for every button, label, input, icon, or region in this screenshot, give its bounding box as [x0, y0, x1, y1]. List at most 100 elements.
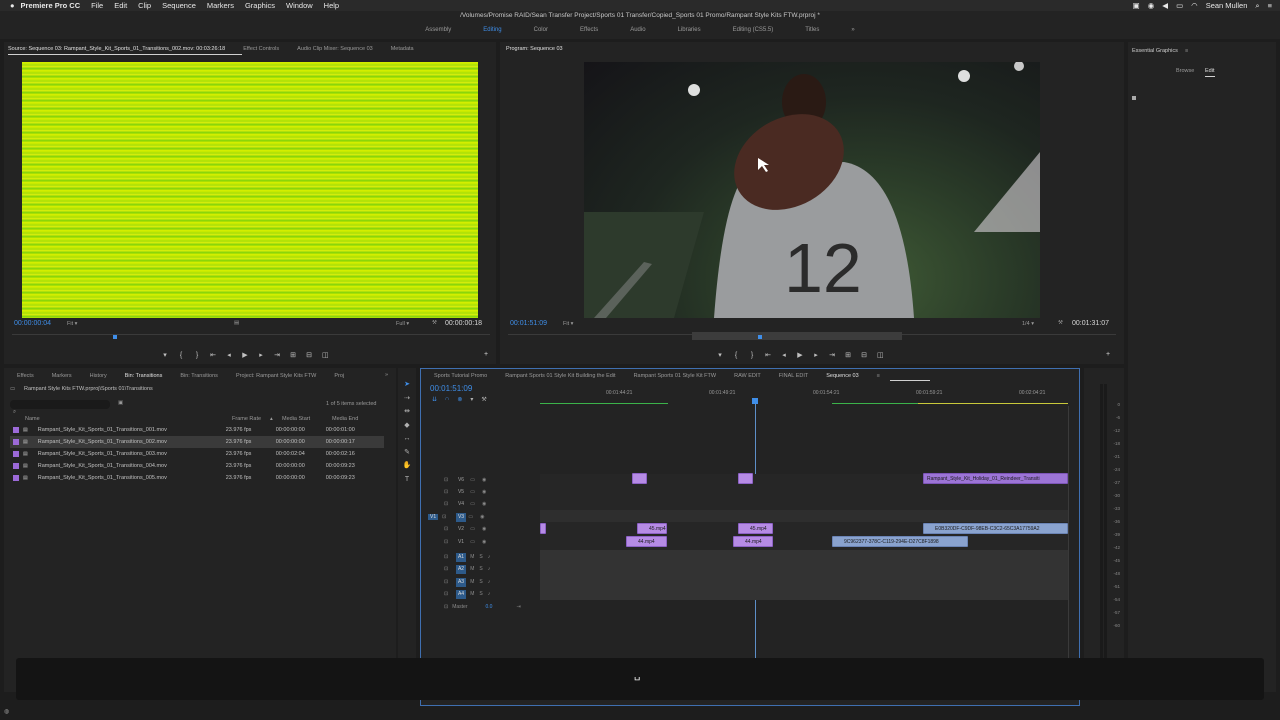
menu-edit[interactable]: Edit [114, 1, 127, 10]
nest-icon[interactable]: ⇊ [432, 396, 437, 403]
slip-tool-icon[interactable]: ↔ [401, 432, 413, 446]
track-label-v1[interactable]: V1 [456, 538, 466, 547]
wrench-icon[interactable]: ⚒ [481, 396, 486, 403]
track-label-a1[interactable]: A1 [456, 553, 466, 562]
eg-tab-edit[interactable]: Edit [1205, 68, 1214, 74]
track-label-a4[interactable]: A4 [456, 590, 466, 599]
track-label-v4[interactable]: V4 [456, 500, 466, 509]
program-add-button-icon[interactable]: + [1106, 351, 1110, 358]
tab-building-the-edit[interactable]: Rampant Sports 01 Style Kit Building the… [505, 373, 615, 379]
lock-icon[interactable]: ⊡ [444, 477, 448, 483]
step-forward-icon[interactable]: ▸ [813, 351, 819, 359]
track-select-tool-icon[interactable]: ⇢ [401, 392, 413, 406]
menu-help[interactable]: Help [324, 1, 339, 10]
insert-icon[interactable]: ⊞ [290, 351, 296, 359]
track-sync-icon[interactable]: ▭ [470, 526, 475, 532]
track-sync-icon[interactable]: ▭ [470, 489, 475, 495]
tab-effects[interactable]: Effects [17, 373, 34, 379]
lock-icon[interactable]: ⊡ [444, 526, 448, 532]
timeline-clip[interactable]: E0B320DF-C9DF-98EB-C3C2-65C3A17759A2 [923, 523, 1068, 534]
tab-project[interactable]: Project: Rampant Style Kits FTW [236, 373, 316, 379]
track-sync-icon[interactable]: ▭ [470, 501, 475, 507]
tab-bin-transitions-active[interactable]: Bin: Transitions [125, 373, 163, 379]
lock-icon[interactable]: ⊡ [444, 566, 448, 572]
search-icon[interactable]: ⌕ [1255, 1, 1259, 11]
tab-style-kit-ftw[interactable]: Rampant Sports 01 Style Kit FTW [634, 373, 717, 379]
track-sync-icon[interactable]: ▭ [468, 514, 473, 520]
lift-icon[interactable]: ⊞ [845, 351, 851, 359]
tab-audio-clip-mixer[interactable]: Audio Clip Mixer: Sequence 03 [297, 46, 373, 52]
timeline-clip[interactable]: 9C962377-378C-C119-294E-D27C8F1898 [832, 536, 968, 547]
program-timecode[interactable]: 00:01:51:09 [510, 320, 547, 327]
camera-icon[interactable]: ◫ [322, 351, 329, 359]
step-back-icon[interactable]: ◂ [226, 351, 232, 359]
volume-icon[interactable]: ◀ [1162, 1, 1168, 10]
program-fit-select[interactable]: Fit ▾ [563, 321, 573, 327]
timeline-clip[interactable] [540, 523, 546, 534]
program-resolution-select[interactable]: 1/4 ▾ [1022, 321, 1034, 327]
timeline-clip[interactable]: Rampant_Style_Kit_Holiday_01_Reindeer_Tr… [923, 473, 1068, 484]
mute-button[interactable]: M [470, 554, 474, 560]
source-video-frame[interactable] [22, 62, 478, 318]
list-item[interactable]: ▤ Rampant_Style_Kit_Sports_01_Transition… [10, 448, 384, 460]
tab-effect-controls[interactable]: Effect Controls [243, 46, 279, 52]
essential-graphics-title[interactable]: Essential Graphics [1132, 48, 1178, 54]
mark-out-icon[interactable]: } [194, 352, 200, 359]
track-sync-icon[interactable]: ▭ [470, 539, 475, 545]
mute-button[interactable]: M [470, 566, 474, 572]
menu-file[interactable]: File [91, 1, 103, 10]
lock-icon[interactable]: ⊡ [442, 514, 446, 520]
label-swatch[interactable] [13, 427, 19, 433]
mic-icon[interactable]: ♪ [488, 554, 491, 560]
workspace-audio[interactable]: Audio [614, 27, 661, 33]
tab-final-edit[interactable]: FINAL EDIT [779, 373, 808, 379]
list-item-selected[interactable]: ▤ Rampant_Style_Kit_Sports_01_Transition… [10, 436, 384, 448]
eye-icon[interactable]: ◉ [482, 489, 486, 495]
master-arrow-icon[interactable]: ⇥ [516, 604, 520, 610]
tab-raw-edit[interactable]: RAW EDIT [734, 373, 761, 379]
source-playhead[interactable] [113, 335, 117, 339]
camera-icon[interactable]: ◫ [877, 351, 884, 359]
new-bin-icon[interactable]: ▣ [118, 400, 123, 406]
solo-button[interactable]: S [479, 579, 482, 585]
track-label-a3[interactable]: A3 [456, 578, 466, 587]
program-video-frame[interactable]: 12 [584, 62, 1040, 318]
sort-icon[interactable]: ▴ [270, 416, 282, 424]
program-playhead[interactable] [758, 335, 762, 339]
menu-window[interactable]: Window [286, 1, 313, 10]
workspace-effects[interactable]: Effects [564, 27, 614, 33]
add-marker-icon[interactable]: ▾ [162, 351, 168, 359]
user-name[interactable]: Sean Mullen [1206, 1, 1248, 10]
timeline-clip[interactable] [632, 473, 647, 484]
col-media-end[interactable]: Media End [332, 416, 372, 424]
project-search-input[interactable]: ⌕ [10, 400, 110, 415]
label-swatch[interactable] [13, 439, 19, 445]
go-to-in-icon[interactable]: ⇤ [765, 351, 771, 359]
timeline-clip[interactable]: 45.mp4 [637, 523, 667, 534]
workspace-color[interactable]: Color [518, 27, 564, 33]
play-icon[interactable]: ▶ [797, 351, 803, 359]
tab-markers[interactable]: Markers [52, 373, 72, 379]
eye-icon[interactable]: ◉ [482, 526, 486, 532]
extract-icon[interactable]: ⊟ [861, 351, 867, 359]
eye-icon[interactable]: ◉ [482, 501, 486, 507]
col-name[interactable]: Name [10, 416, 232, 424]
step-back-icon[interactable]: ◂ [781, 351, 787, 359]
lock-icon[interactable]: ⊡ [444, 489, 448, 495]
program-zoom-bar[interactable] [692, 332, 902, 340]
go-to-out-icon[interactable]: ⇥ [829, 351, 835, 359]
menu-markers[interactable]: Markers [207, 1, 234, 10]
source-settings-icon[interactable]: ▤ [234, 320, 239, 326]
eye-icon[interactable]: ◉ [482, 477, 486, 483]
timeline-clip[interactable]: 44.mp4 [626, 536, 667, 547]
add-marker-icon[interactable]: ▾ [717, 351, 723, 359]
timeline-vertical-scrollbar[interactable] [1068, 406, 1074, 692]
col-media-start[interactable]: Media Start [282, 416, 332, 424]
type-tool-icon[interactable]: T [401, 473, 413, 487]
mute-button[interactable]: M [470, 579, 474, 585]
status-icon[interactable]: ◉ [1148, 1, 1155, 10]
lock-icon[interactable]: ⊡ [444, 579, 448, 585]
solo-button[interactable]: S [479, 554, 482, 560]
menu-sequence[interactable]: Sequence [162, 1, 196, 10]
menu-clip[interactable]: Clip [138, 1, 151, 10]
